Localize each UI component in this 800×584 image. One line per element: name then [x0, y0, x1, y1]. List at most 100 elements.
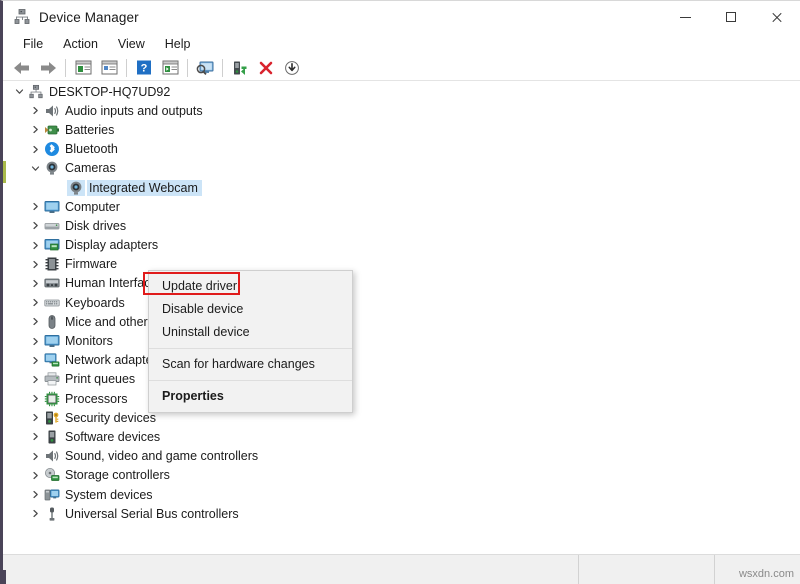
menu-help[interactable]: Help	[155, 35, 201, 53]
device-tree[interactable]: DESKTOP-HQ7UD92 Audio inputs and outputs	[3, 82, 800, 555]
chevron-right-icon[interactable]	[27, 356, 43, 365]
tree-item-network-adapters[interactable]: Network adapters	[3, 351, 800, 370]
menu-view[interactable]: View	[108, 35, 155, 53]
uninstall-device-icon	[258, 60, 274, 76]
chevron-right-icon[interactable]	[27, 260, 43, 269]
window-title: Device Manager	[39, 10, 139, 25]
computer-icon	[27, 84, 45, 100]
show-hide-console-tree-icon	[75, 60, 92, 75]
chevron-right-icon[interactable]	[27, 125, 43, 134]
tree-item-storage-controllers[interactable]: Storage controllers	[3, 466, 800, 485]
tree-item-software-devices[interactable]: Software devices	[3, 427, 800, 446]
tree-item-root[interactable]: DESKTOP-HQ7UD92	[3, 82, 800, 101]
context-menu-item-properties[interactable]: Properties	[149, 385, 352, 408]
context-menu-item-disable-device[interactable]: Disable device	[149, 298, 352, 321]
chevron-right-icon[interactable]	[27, 509, 43, 518]
tree-item-label: Integrated Webcam	[87, 180, 202, 196]
tree-item-bluetooth[interactable]: Bluetooth	[3, 140, 800, 159]
tree-item-system-devices[interactable]: System devices	[3, 485, 800, 504]
chevron-right-icon[interactable]	[27, 375, 43, 384]
tree-item-batteries[interactable]: Batteries	[3, 120, 800, 139]
keyboard-icon	[43, 295, 61, 311]
tree-item-universal-serial-bus-controllers[interactable]: Universal Serial Bus controllers	[3, 504, 800, 523]
chevron-right-icon[interactable]	[27, 432, 43, 441]
chevron-right-icon[interactable]	[27, 452, 43, 461]
context-menu-separator-1	[149, 348, 352, 349]
help-button[interactable]: ?	[132, 57, 156, 79]
chevron-right-icon[interactable]	[27, 337, 43, 346]
tree-item-label: Display adapters	[65, 238, 164, 252]
scan-for-hardware-changes-button[interactable]	[193, 57, 217, 79]
tree-item-disk-drives[interactable]: Disk drives	[3, 216, 800, 235]
title-bar: Device Manager	[3, 1, 800, 33]
context-menu-item-update-driver[interactable]: Update driver	[149, 275, 352, 298]
device-manager-icon	[13, 8, 31, 26]
chevron-right-icon[interactable]	[27, 202, 43, 211]
chevron-right-icon[interactable]	[27, 490, 43, 499]
chevron-right-icon[interactable]	[27, 471, 43, 480]
context-menu-item-scan-for-hardware-changes[interactable]: Scan for hardware changes	[149, 353, 352, 376]
tree-item-label: Storage controllers	[65, 468, 176, 482]
chevron-right-icon[interactable]	[27, 317, 43, 326]
display-adapter-icon	[43, 237, 61, 253]
chevron-right-icon[interactable]	[27, 298, 43, 307]
tree-item-firmware[interactable]: Firmware	[3, 255, 800, 274]
forward-button[interactable]	[36, 57, 60, 79]
maximize-button[interactable]	[708, 1, 754, 33]
properties-button[interactable]	[97, 57, 121, 79]
back-button[interactable]	[10, 57, 34, 79]
tree-item-human-interface-devices[interactable]: Human Interface Devices	[3, 274, 800, 293]
show-hide-console-tree-button[interactable]	[71, 57, 95, 79]
chevron-down-icon[interactable]	[11, 87, 27, 96]
disable-device-button[interactable]	[280, 57, 304, 79]
chevron-right-icon[interactable]	[27, 241, 43, 250]
bluetooth-icon	[43, 141, 61, 157]
back-arrow-icon	[12, 60, 32, 76]
tree-item-processors[interactable]: Processors	[3, 389, 800, 408]
tree-item-label: System devices	[65, 488, 159, 502]
chevron-right-icon[interactable]	[27, 413, 43, 422]
tree-item-cameras[interactable]: Cameras	[3, 159, 800, 178]
chevron-right-icon[interactable]	[27, 279, 43, 288]
update-driver-button[interactable]	[228, 57, 252, 79]
chevron-right-icon[interactable]	[27, 145, 43, 154]
status-bar: wsxdn.com	[3, 554, 800, 584]
chevron-right-icon[interactable]	[27, 221, 43, 230]
tree-item-mice-and-other-pointing-devices[interactable]: Mice and other pointing devices	[3, 312, 800, 331]
minimize-button[interactable]	[662, 1, 708, 33]
close-button[interactable]	[754, 1, 800, 33]
chevron-down-icon[interactable]	[27, 164, 43, 173]
menu-file[interactable]: File	[13, 35, 53, 53]
security-device-icon	[43, 410, 61, 426]
chevron-right-icon[interactable]	[27, 394, 43, 403]
tree-item-audio-inputs-and-outputs[interactable]: Audio inputs and outputs	[3, 101, 800, 120]
context-menu-item-uninstall-device[interactable]: Uninstall device	[149, 321, 352, 344]
uninstall-device-button[interactable]	[254, 57, 278, 79]
tree-item-label: Monitors	[65, 334, 119, 348]
toolbar-separator-4	[222, 59, 223, 77]
show-hidden-devices-icon	[162, 60, 179, 75]
tree-item-keyboards[interactable]: Keyboards	[3, 293, 800, 312]
tree-item-integrated-webcam[interactable]: Integrated Webcam	[3, 178, 800, 197]
tree-item-security-devices[interactable]: Security devices	[3, 408, 800, 427]
tree-item-print-queues[interactable]: Print queues	[3, 370, 800, 389]
context-menu[interactable]: Update driver Disable device Uninstall d…	[148, 270, 353, 413]
tree-item-sound-video-and-game-controllers[interactable]: Sound, video and game controllers	[3, 447, 800, 466]
usb-icon	[43, 506, 61, 522]
device-manager-window: Device Manager File Action View Help	[0, 0, 800, 584]
menu-action[interactable]: Action	[53, 35, 108, 53]
menu-bar: File Action View Help	[3, 33, 800, 55]
tree-item-label: Disk drives	[65, 219, 132, 233]
chevron-right-icon[interactable]	[27, 106, 43, 115]
tree-item-display-adapters[interactable]: Display adapters	[3, 236, 800, 255]
toolbar-separator-1	[65, 59, 66, 77]
show-hidden-devices-button[interactable]	[158, 57, 182, 79]
tree-item-label: Software devices	[65, 430, 166, 444]
close-icon	[771, 11, 783, 23]
tree-item-monitors[interactable]: Monitors	[3, 331, 800, 350]
tree-item-computer[interactable]: Computer	[3, 197, 800, 216]
speaker-icon	[43, 103, 61, 119]
context-menu-separator-2	[149, 380, 352, 381]
tree-item-label: Bluetooth	[65, 142, 124, 156]
left-edge-accent	[3, 161, 6, 183]
